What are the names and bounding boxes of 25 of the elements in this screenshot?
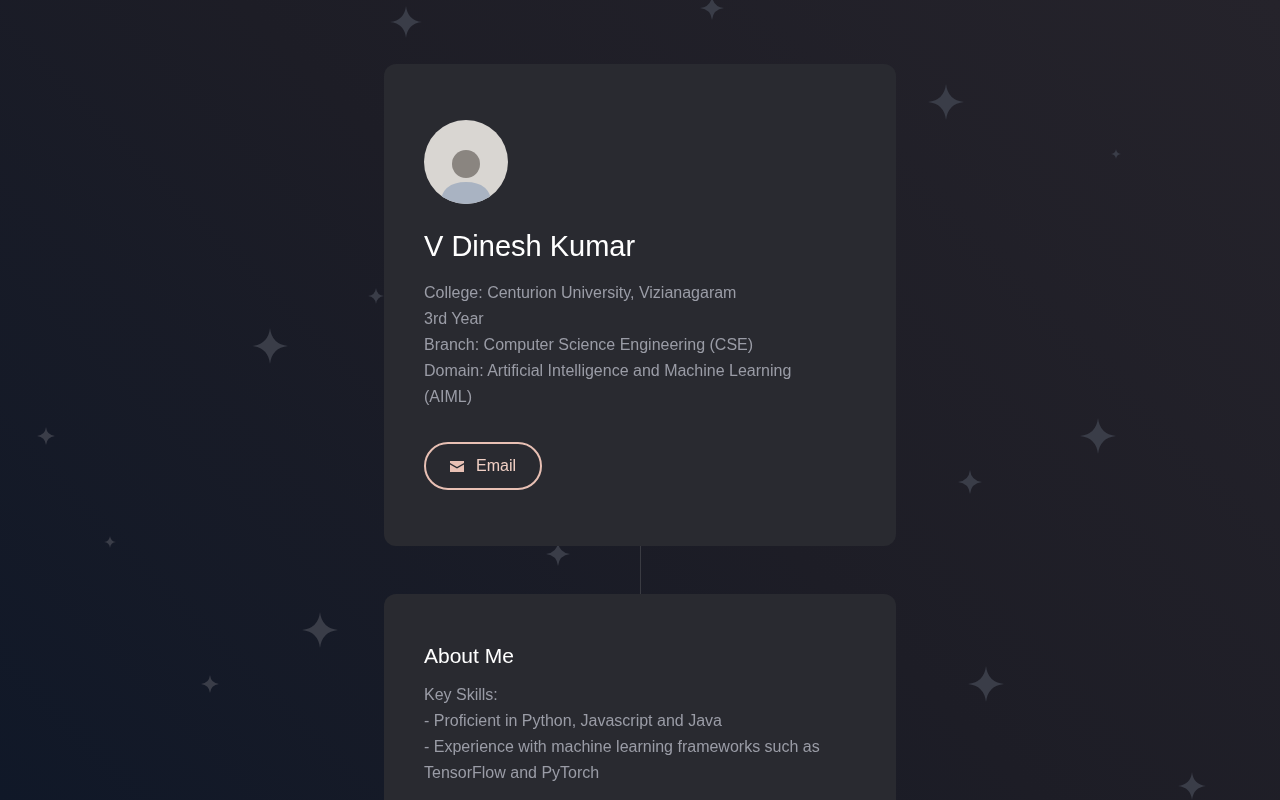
about-text-line: - Proficient in Python, Javascript and Java (424, 711, 723, 731)
sparkle-icon (700, 0, 724, 20)
about-text-line: - Experience with machine learning frameworks such as TensorFlow and PyTorch (424, 737, 821, 783)
sparkle-icon (252, 328, 288, 364)
sparkle-icon (928, 84, 964, 120)
sparkle-icon (1178, 772, 1206, 800)
sparkle-icon (958, 470, 982, 494)
sparkle-icon (201, 675, 219, 693)
profile-detail: College: Centurion University, Vizianagaram (424, 283, 738, 303)
about-text-line: Key Skills: (424, 685, 499, 705)
profile-detail: Domain: Artificial Intelligence and Machine Learning (AIML) (424, 361, 793, 407)
sparkle-icon (104, 536, 116, 548)
email-button[interactable]: Email (424, 442, 542, 490)
profile-detail: 3rd Year (424, 309, 485, 329)
sparkle-icon (37, 427, 55, 445)
about-title: About Me (424, 643, 515, 669)
profile-detail: Branch: Computer Science Engineering (CSE) (424, 335, 755, 355)
sparkle-icon (390, 6, 422, 38)
sparkle-icon (368, 288, 384, 304)
sparkle-icon (968, 666, 1004, 702)
profile-name: V Dinesh Kumar (424, 229, 637, 264)
envelope-icon (450, 460, 464, 472)
sparkle-icon (1111, 149, 1121, 159)
sparkle-icon (302, 612, 338, 648)
sparkle-icon (1080, 418, 1116, 454)
